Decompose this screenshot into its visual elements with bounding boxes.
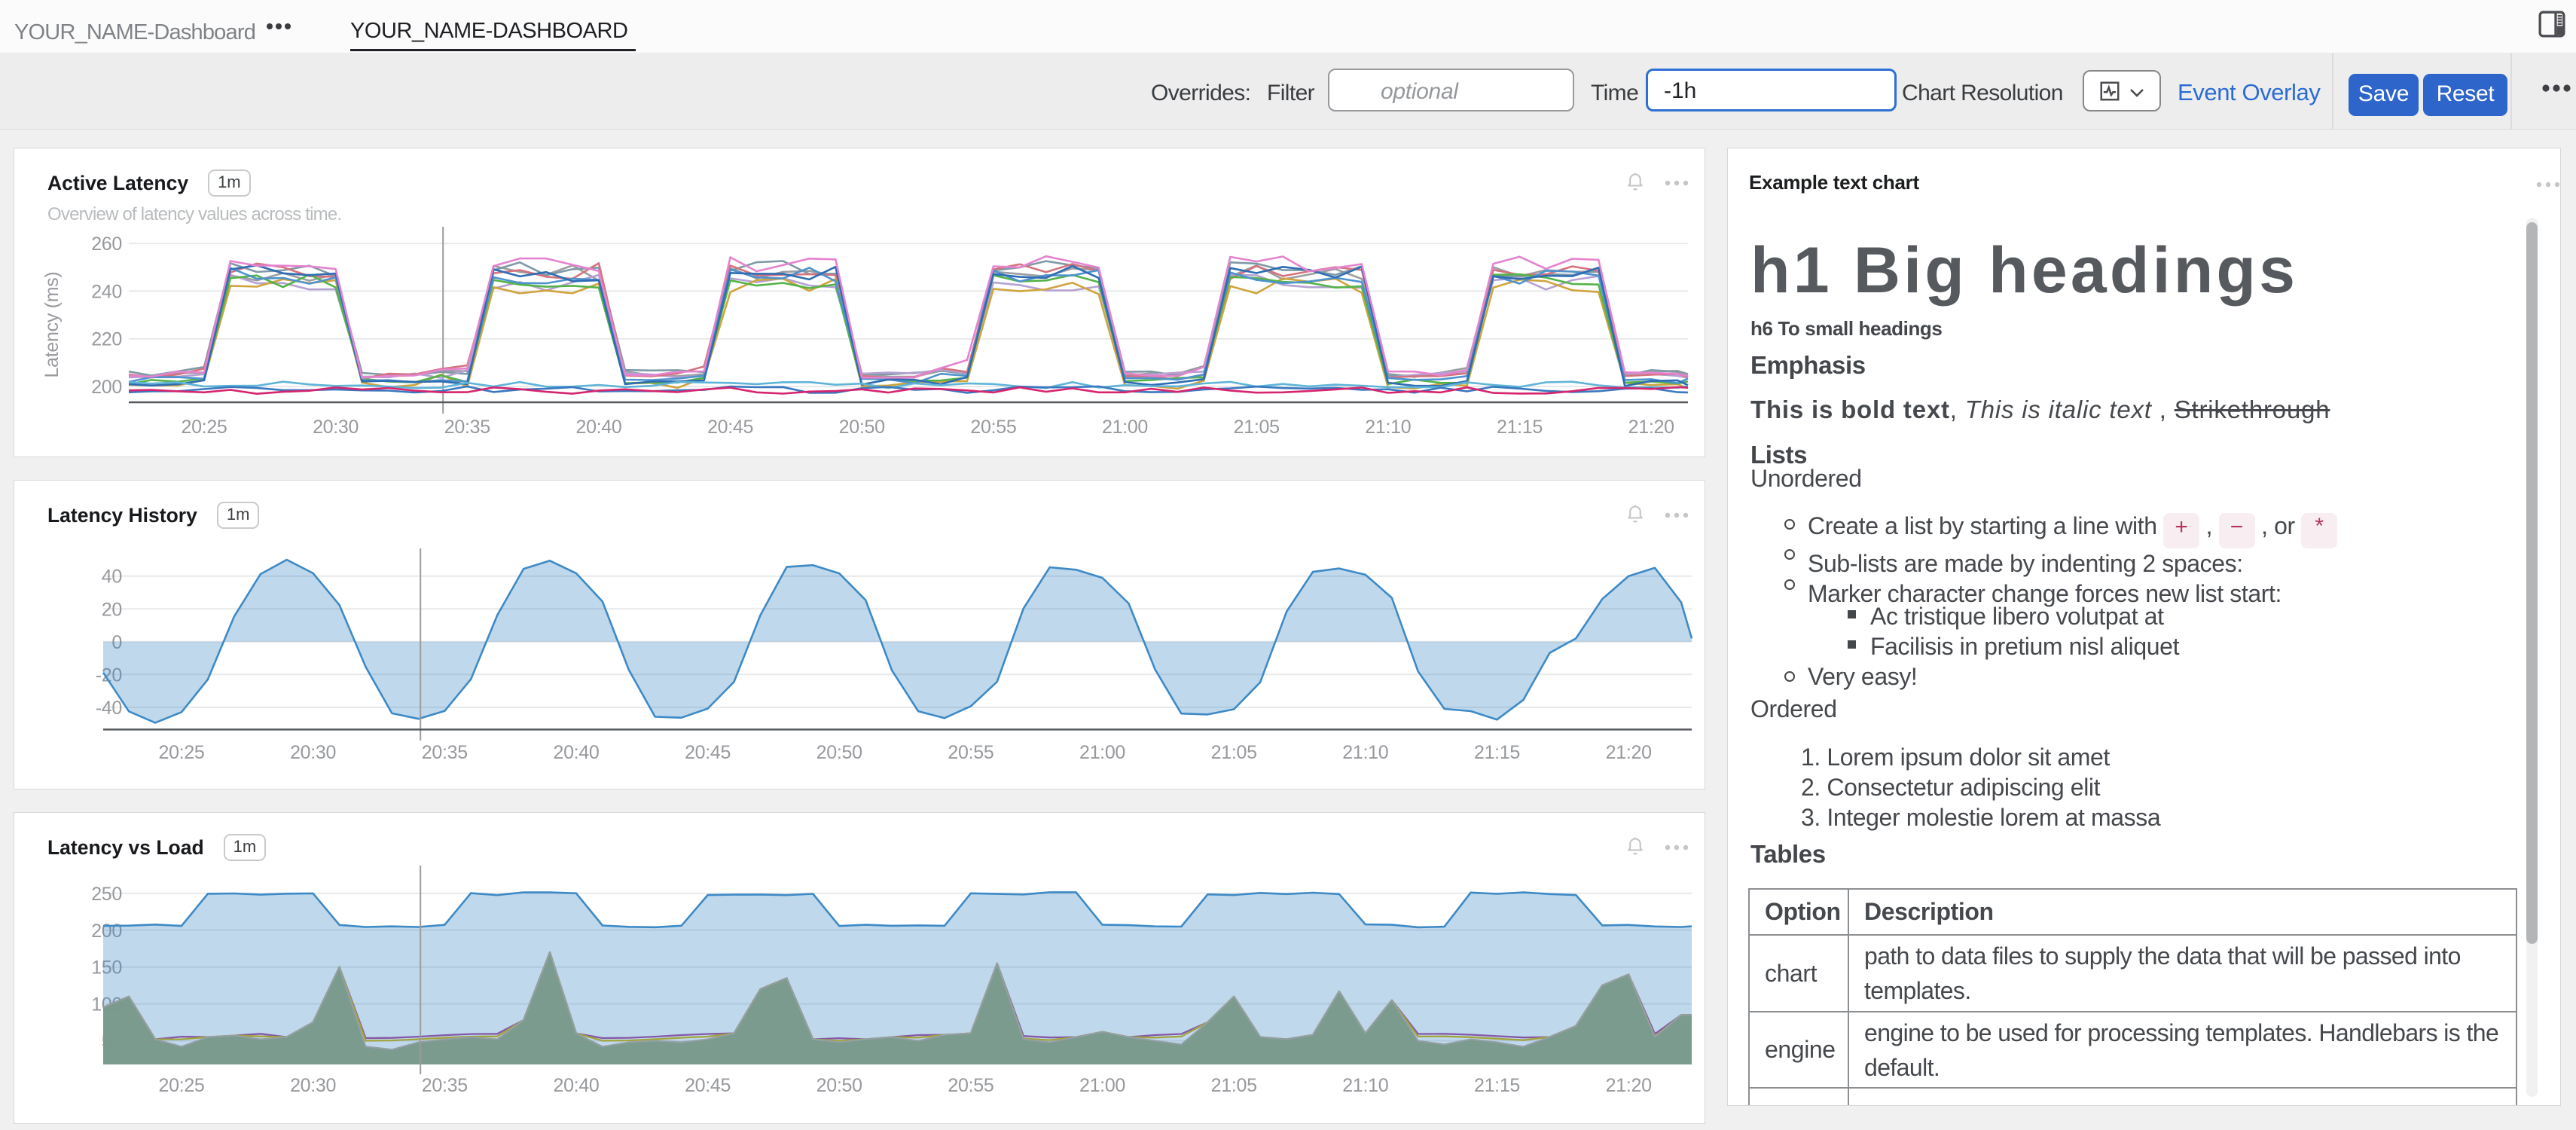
- svg-text:21:00: 21:00: [1102, 417, 1148, 438]
- svg-text:20:55: 20:55: [970, 417, 1016, 438]
- svg-text:20:45: 20:45: [707, 417, 753, 438]
- svg-text:21:05: 21:05: [1234, 417, 1280, 438]
- svg-text:20:35: 20:35: [444, 417, 490, 438]
- svg-text:20:45: 20:45: [685, 742, 731, 763]
- svg-text:200: 200: [91, 377, 122, 398]
- svg-text:20:55: 20:55: [948, 742, 993, 763]
- svg-text:21:05: 21:05: [1211, 1075, 1257, 1096]
- svg-text:21:15: 21:15: [1474, 1075, 1520, 1096]
- svg-text:21:10: 21:10: [1342, 1075, 1388, 1096]
- svg-text:21:05: 21:05: [1211, 742, 1257, 763]
- svg-text:220: 220: [91, 329, 122, 350]
- svg-text:21:15: 21:15: [1497, 417, 1543, 438]
- svg-text:20:25: 20:25: [158, 742, 204, 763]
- svg-text:20:25: 20:25: [181, 417, 227, 438]
- svg-text:21:20: 21:20: [1606, 742, 1652, 763]
- svg-text:20:50: 20:50: [816, 742, 862, 763]
- svg-text:260: 260: [91, 234, 122, 255]
- svg-text:20: 20: [102, 599, 122, 620]
- svg-text:250: 250: [91, 884, 122, 905]
- svg-text:20:35: 20:35: [422, 1075, 468, 1096]
- svg-text:21:10: 21:10: [1342, 742, 1388, 763]
- svg-text:21:15: 21:15: [1474, 742, 1520, 763]
- svg-text:20:40: 20:40: [553, 1075, 599, 1096]
- svg-text:20:40: 20:40: [575, 417, 621, 438]
- svg-text:20:50: 20:50: [839, 417, 885, 438]
- svg-text:20:30: 20:30: [290, 1075, 336, 1096]
- svg-text:20:30: 20:30: [290, 742, 336, 763]
- svg-text:20:50: 20:50: [816, 1075, 862, 1096]
- svg-text:40: 40: [102, 567, 122, 588]
- svg-text:21:20: 21:20: [1606, 1075, 1652, 1096]
- svg-text:20:45: 20:45: [685, 1075, 731, 1096]
- svg-text:Latency (ms): Latency (ms): [41, 272, 63, 378]
- svg-text:240: 240: [91, 281, 122, 302]
- svg-text:21:00: 21:00: [1079, 742, 1125, 763]
- svg-text:-40: -40: [96, 698, 122, 719]
- svg-text:21:10: 21:10: [1365, 417, 1411, 438]
- svg-text:21:00: 21:00: [1079, 1075, 1125, 1096]
- svg-text:20:30: 20:30: [313, 417, 359, 438]
- svg-text:21:20: 21:20: [1628, 417, 1674, 438]
- svg-text:20:25: 20:25: [158, 1075, 204, 1096]
- svg-text:20:40: 20:40: [553, 742, 599, 763]
- svg-text:20:55: 20:55: [948, 1075, 993, 1096]
- svg-text:20:35: 20:35: [422, 742, 468, 763]
